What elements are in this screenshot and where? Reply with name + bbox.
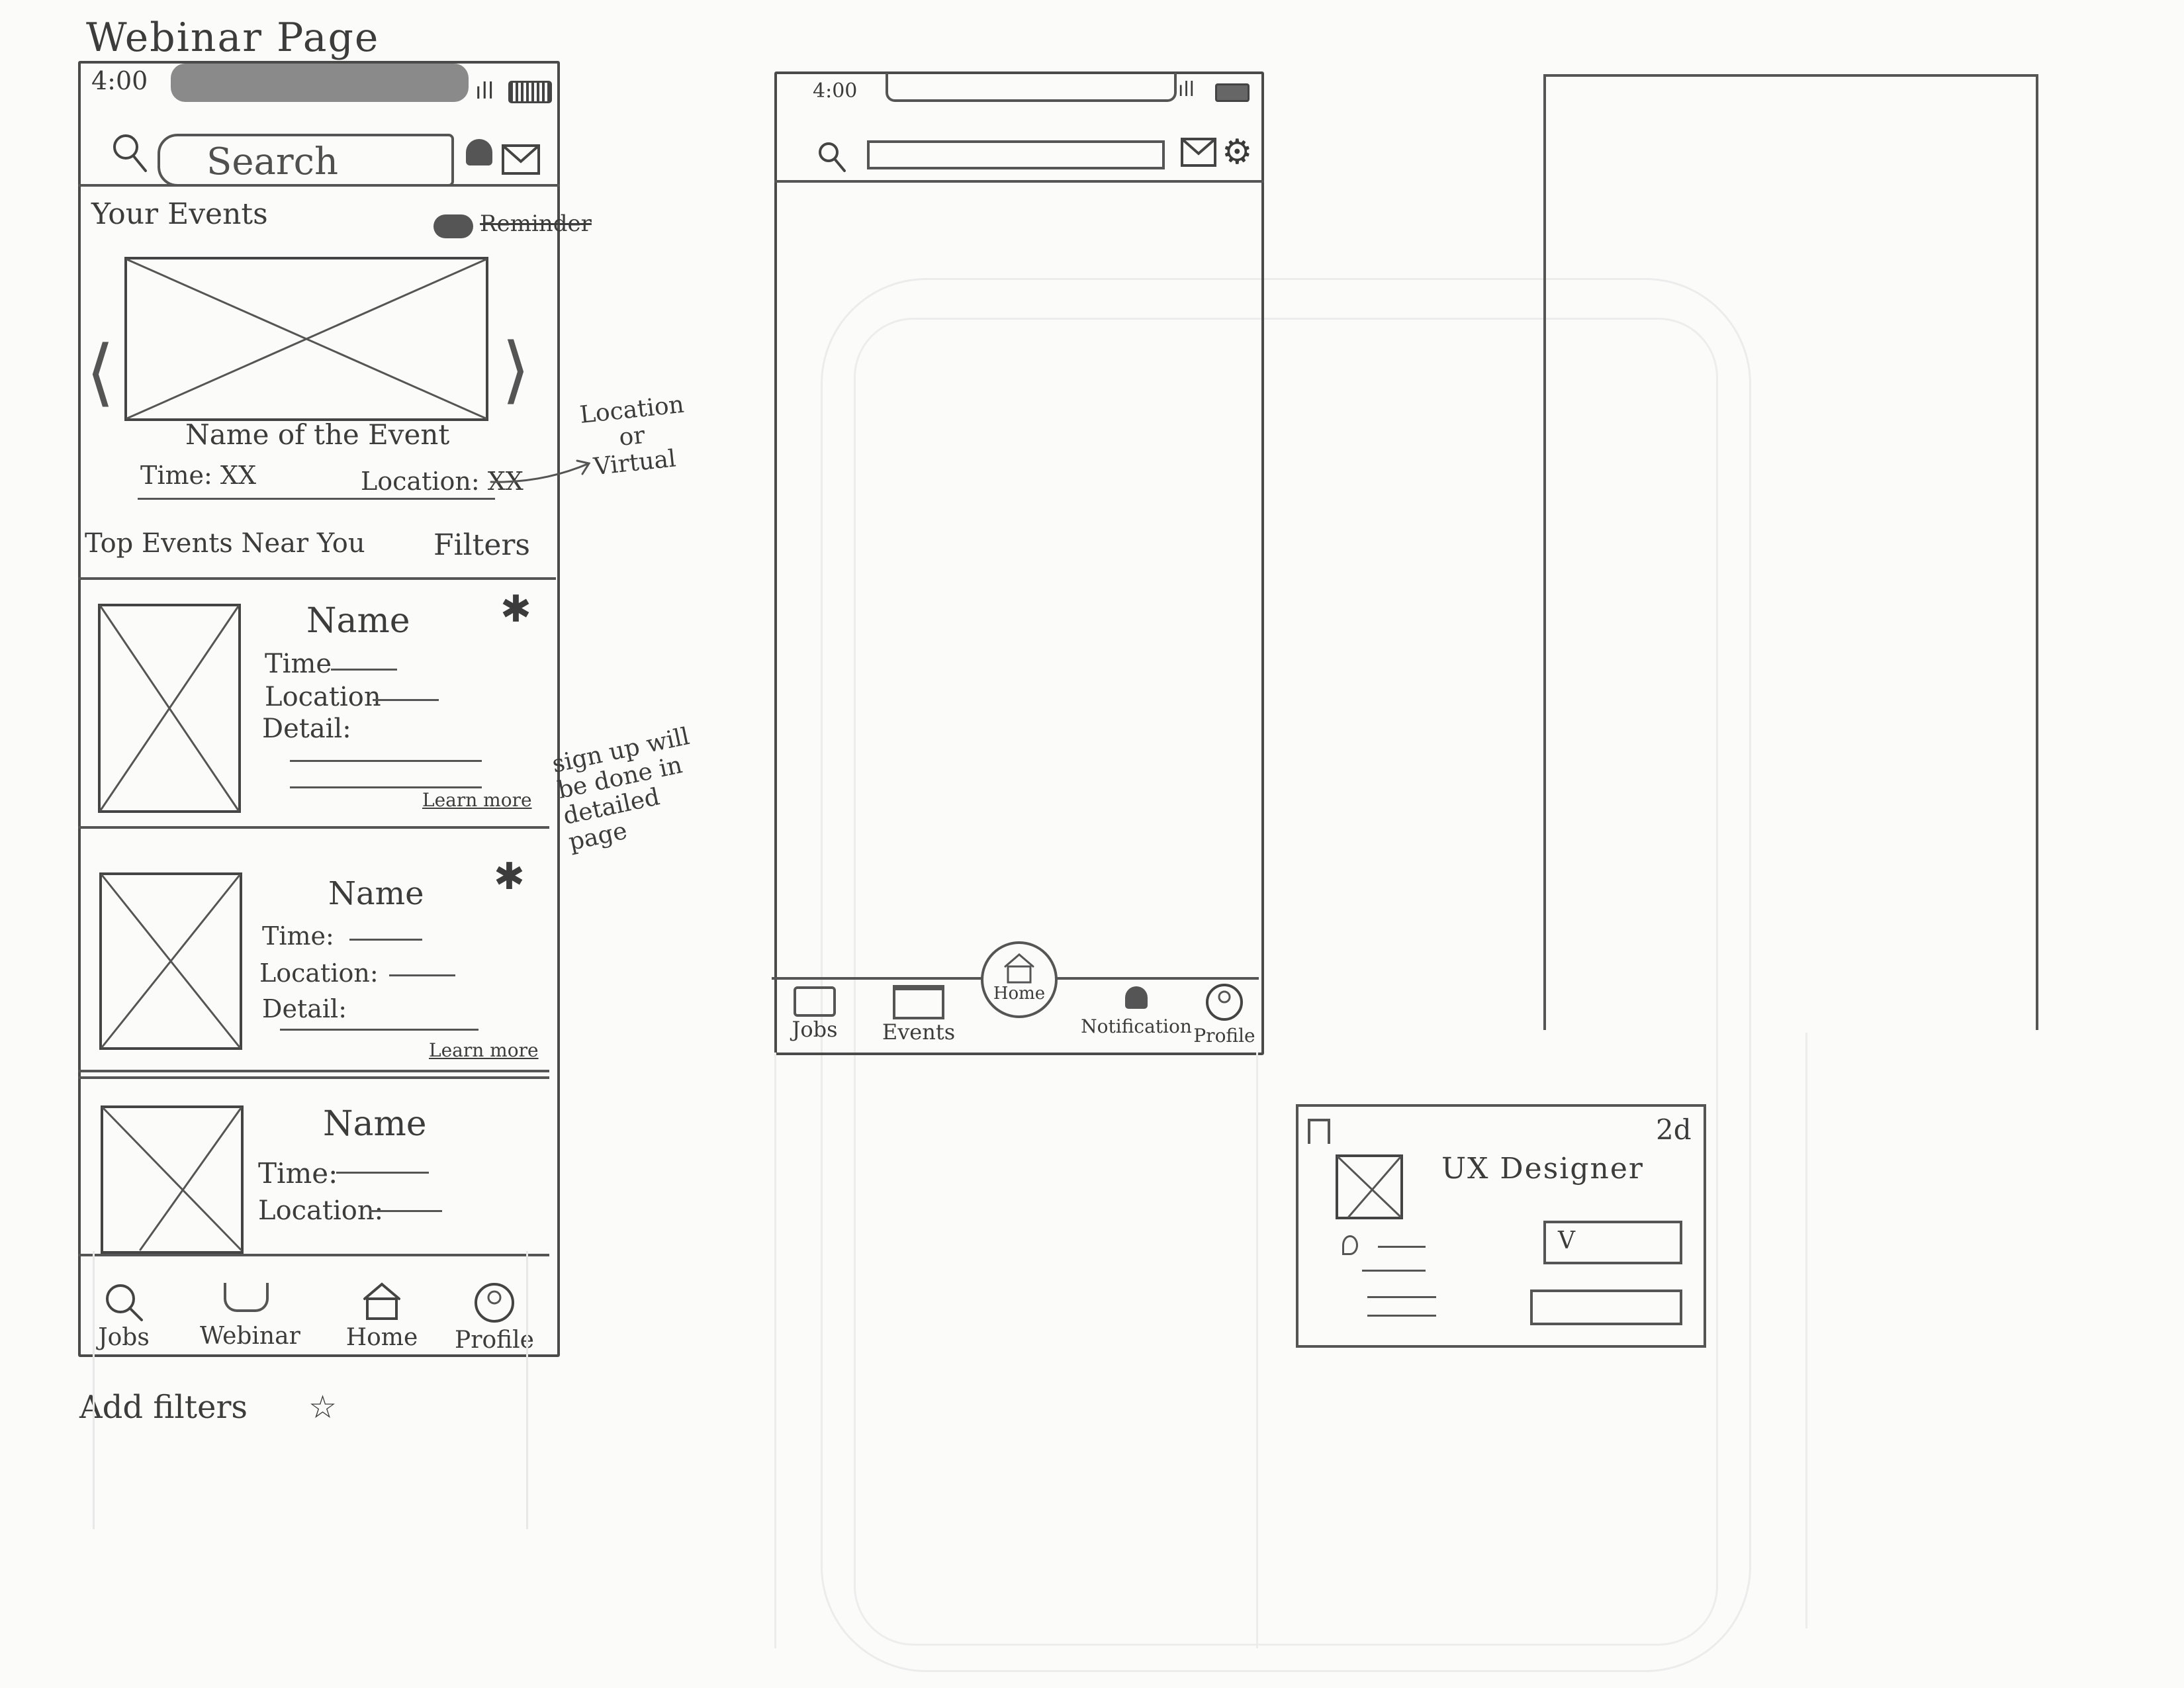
- reminder-label: Reminder: [480, 211, 592, 237]
- search-input[interactable]: [867, 140, 1165, 169]
- bookmark-icon[interactable]: [1308, 1119, 1330, 1144]
- event-underline: [138, 498, 495, 500]
- annotation-arrow: [490, 459, 591, 483]
- notch: [886, 73, 1177, 102]
- event-card[interactable]: Name ✱ Time: Location: Detail: Learn mor…: [78, 829, 549, 1072]
- carousel-next-icon[interactable]: ⟩: [502, 327, 530, 412]
- nav-jobs[interactable]: Jobs: [785, 986, 844, 1042]
- event-image-placeholder: [124, 257, 488, 421]
- card-name: Name: [328, 875, 424, 912]
- bell-icon[interactable]: [466, 139, 492, 165]
- card-detail: Detail:: [262, 994, 347, 1023]
- signal-icon: ıll: [475, 78, 494, 105]
- card-name: Name: [306, 601, 410, 641]
- nav-jobs-label: Jobs: [792, 1017, 838, 1042]
- header-divider: [774, 180, 1264, 183]
- nav-notification[interactable]: Notification: [1080, 986, 1193, 1037]
- blank-phone-frame: [1543, 74, 2038, 1030]
- signup-annotation: sign up will be done in detailed page: [549, 722, 692, 857]
- card-image-placeholder: [101, 1105, 244, 1254]
- card-image-placeholder: [98, 604, 241, 813]
- location-pin-icon: [1342, 1235, 1358, 1255]
- card-time: Time:: [262, 921, 334, 951]
- nav-notification-label: Notification: [1081, 1015, 1192, 1037]
- job-card[interactable]: 2d UX Designer V: [1296, 1104, 1706, 1348]
- search-icon[interactable]: [817, 140, 856, 180]
- bookmark-star-icon[interactable]: ✱: [494, 855, 525, 898]
- card-time: Time:: [258, 1157, 338, 1190]
- event-card[interactable]: Name ✱ Time Location Detail: Learn more: [78, 583, 549, 829]
- nav-profile[interactable]: Profile: [1193, 982, 1256, 1047]
- header-divider: [78, 184, 560, 187]
- briefcase-icon: [794, 986, 836, 1017]
- nav-jobs[interactable]: Jobs: [87, 1282, 160, 1351]
- job-title: UX Designer: [1441, 1152, 1644, 1186]
- bell-icon: [1125, 986, 1148, 1009]
- bottom-nav: Jobs Events Home Notification Profile: [772, 941, 1259, 1053]
- your-events-heading: Your Events: [91, 197, 268, 231]
- battery-icon: [1215, 83, 1250, 102]
- nav-jobs-label: Jobs: [98, 1324, 150, 1351]
- nav-home-label: Home: [993, 984, 1046, 1004]
- nav-webinar[interactable]: Webinar: [200, 1283, 300, 1350]
- calendar-icon: [893, 985, 944, 1019]
- event-card[interactable]: Name Time: Location:: [78, 1076, 549, 1256]
- card-image-placeholder: [99, 872, 242, 1050]
- top-events-heading: Top Events Near You: [85, 528, 365, 559]
- job-age: 2d: [1656, 1113, 1692, 1146]
- card-location: Location:: [259, 959, 379, 988]
- signal-icon: ıll: [1178, 78, 1195, 101]
- toggle-icon: [433, 214, 473, 238]
- nav-home-label: Home: [345, 1324, 418, 1351]
- bottom-nav: Jobs Webinar Home Profile: [74, 1255, 537, 1354]
- search-icon[interactable]: [111, 132, 164, 179]
- battery-icon: [508, 81, 552, 103]
- nav-webinar-label: Webinar: [200, 1323, 300, 1350]
- notch: [171, 64, 469, 102]
- nav-home[interactable]: Home: [339, 1282, 425, 1351]
- card-detail: Detail:: [262, 714, 351, 744]
- coffee-cup-icon: [224, 1283, 269, 1312]
- mail-icon[interactable]: [1181, 138, 1218, 169]
- card-time: Time: [265, 649, 332, 679]
- job-logo-placeholder: [1336, 1154, 1403, 1219]
- add-filters-note: Add filters: [79, 1389, 248, 1426]
- nav-events-label: Events: [882, 1019, 956, 1045]
- apply-button-label: V: [1558, 1227, 1575, 1254]
- search-placeholder: Search: [206, 140, 339, 183]
- secondary-button[interactable]: [1530, 1289, 1682, 1325]
- section-divider: [78, 577, 556, 580]
- mail-icon[interactable]: [502, 144, 541, 176]
- search-input[interactable]: Search: [158, 134, 454, 187]
- event-time: Time: XX: [140, 461, 257, 490]
- nav-profile-label: Profile: [1193, 1025, 1255, 1047]
- status-time: 4:00: [91, 66, 148, 95]
- event-name: Name of the Event: [185, 418, 450, 451]
- nav-events[interactable]: Events: [879, 985, 958, 1045]
- nav-home[interactable]: Home: [981, 941, 1058, 1018]
- learn-more-link[interactable]: Learn more: [422, 789, 532, 811]
- star-icon: ☆: [308, 1389, 338, 1426]
- carousel-prev-icon[interactable]: ⟨: [86, 330, 114, 414]
- apply-button[interactable]: V: [1543, 1221, 1682, 1264]
- filters-button[interactable]: Filters: [433, 528, 530, 562]
- page-title: Webinar Page: [86, 15, 380, 61]
- learn-more-link[interactable]: Learn more: [429, 1039, 539, 1061]
- card-location: Location: [265, 682, 381, 712]
- card-location: Location:: [258, 1196, 384, 1226]
- card-name: Name: [323, 1104, 427, 1144]
- bookmark-star-icon[interactable]: ✱: [500, 588, 531, 631]
- gear-icon[interactable]: ⚙: [1222, 135, 1253, 169]
- status-time: 4:00: [813, 79, 858, 103]
- home-phone-frame: [774, 71, 1264, 1055]
